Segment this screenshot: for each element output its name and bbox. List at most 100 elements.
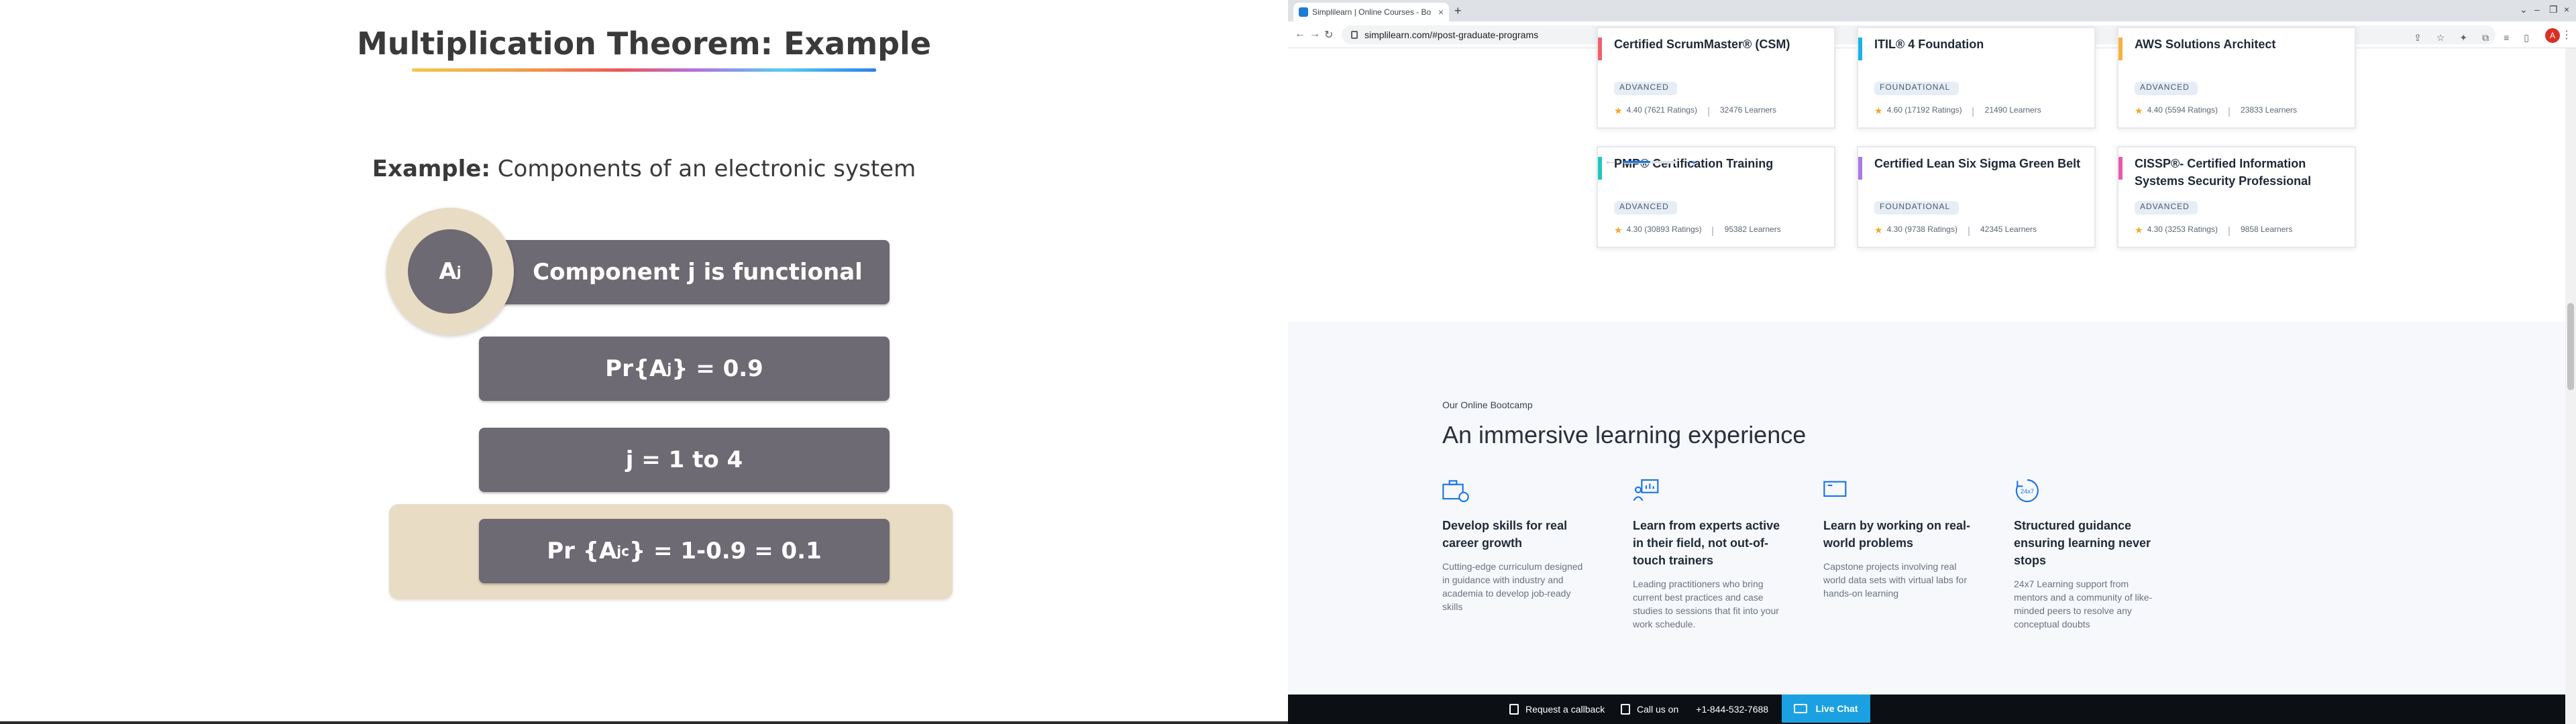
live-chat-button[interactable]: Live Chat xyxy=(1782,695,1870,723)
feature-title: Learn from experts active in their field… xyxy=(1633,519,1780,567)
course-card[interactable]: Certified Lean Six Sigma Green Belt FOUND… xyxy=(1857,146,2096,248)
star-icon: ★ xyxy=(1614,227,1623,236)
course-title: ITIL® 4 Foundation xyxy=(1874,38,1984,51)
box4-pre: Pr {A xyxy=(547,538,617,564)
share-icon[interactable]: ⇪ xyxy=(2414,32,2422,44)
course-card[interactable]: Certified ScrumMaster® (CSM) ADVANCED ★ 4.4… xyxy=(1597,27,1835,129)
bookmark-star-icon[interactable]: ☆ xyxy=(2436,32,2445,44)
index-range-box: j = 1 to 4 xyxy=(479,428,890,492)
bootcamp-eyebrow: Our Online Bootcamp xyxy=(1442,400,1533,410)
course-title: Certified Lean Six Sigma Green Belt xyxy=(1874,157,2081,170)
monitor-icon xyxy=(1823,477,1850,504)
reload-icon[interactable]: ↻ xyxy=(1324,28,1333,42)
restore-icon[interactable]: ❐ xyxy=(2549,4,2558,15)
box1-text: Component j is functional xyxy=(533,259,863,286)
new-tab-icon[interactable]: + xyxy=(1454,4,1462,18)
back-icon[interactable]: ← xyxy=(1295,28,1305,40)
carousel-progress xyxy=(1623,161,1677,164)
level-badge: ADVANCED xyxy=(1614,201,1677,215)
chevron-down-icon[interactable]: ⌄ xyxy=(2520,4,2528,15)
bootcamp-heading: An immersive learning experience xyxy=(1442,421,1807,448)
minimize-icon[interactable]: – xyxy=(2534,4,2540,15)
screen: Multiplication Theorem: Example Example:… xyxy=(0,0,2576,724)
feature-expert-trainers: Learn from experts active in their field… xyxy=(1633,477,1780,633)
level-badge: FOUNDATIONAL xyxy=(1874,201,1959,215)
course-title: Certified ScrumMaster® (CSM) xyxy=(1614,38,1790,51)
learners-text: 9858 Learners xyxy=(2240,227,2293,235)
slide-title: Multiplication Theorem: Example xyxy=(356,25,932,62)
box3-text: j = 1 to 4 xyxy=(625,446,743,473)
circle-base: A xyxy=(439,258,457,285)
toolbar-icons: ⇪ ☆ ✦ ⧉ ≡ ▯ xyxy=(2414,32,2529,44)
carousel-next-icon[interactable]: → xyxy=(1684,152,1699,169)
meta-divider xyxy=(1968,226,1970,235)
kebab-menu-icon[interactable]: ⋮ xyxy=(2561,28,2572,42)
star-icon: ★ xyxy=(1614,107,1623,117)
profile-avatar[interactable]: A xyxy=(2545,28,2560,43)
course-meta: ★ 4.30 (9738 Ratings) 42345 Learners xyxy=(1874,225,2037,236)
carousel-progress-fill xyxy=(1623,161,1650,163)
example-line: Example: Components of an electronic sys… xyxy=(0,156,1288,182)
phone-callback-icon xyxy=(1509,704,1519,715)
feature-desc: Capstone projects involving real world d… xyxy=(1823,563,1967,599)
title-underline xyxy=(412,68,876,72)
example-label: Example: xyxy=(372,156,490,182)
circle-sub: j xyxy=(456,263,462,280)
favicon-icon xyxy=(1299,7,1308,17)
tab-close-icon[interactable]: × xyxy=(1438,7,1444,17)
scrollbar-thumb[interactable] xyxy=(2567,303,2574,390)
call-us-label: Call us on xyxy=(1637,704,1679,715)
puzzle-icon[interactable]: ⧉ xyxy=(2482,32,2489,44)
side-panel-icon[interactable]: ▯ xyxy=(2524,32,2529,44)
meta-divider xyxy=(2228,226,2230,235)
probability-box: Pr{A j } = 0.9 xyxy=(479,337,890,401)
close-window-icon[interactable]: × xyxy=(2564,4,2569,15)
card-accent-bar xyxy=(1858,157,1862,180)
box2-pre: Pr{A xyxy=(605,355,667,382)
star-icon: ★ xyxy=(1874,107,1883,117)
extension-icon[interactable]: ✦ xyxy=(2459,32,2467,44)
learners-text: 32476 Learners xyxy=(1719,107,1777,115)
chat-icon xyxy=(1794,704,1808,713)
browser-window: Simplilearn | Online Courses - Bo × + ⌄ … xyxy=(1288,0,2576,724)
page-scrollbar[interactable] xyxy=(2565,48,2576,724)
browser-tab[interactable]: Simplilearn | Online Courses - Bo × xyxy=(1293,3,1449,21)
feature-real-world: Learn by working on real-world problems … xyxy=(1823,477,1971,602)
box2-post: } = 0.9 xyxy=(672,355,763,382)
complement-probability-box: Pr {A j c} = 1-0.9 = 0.1 xyxy=(479,519,890,583)
feature-title: Learn by working on real-world problems xyxy=(1823,519,1971,550)
star-icon: ★ xyxy=(2135,107,2143,117)
learners-text: 21490 Learners xyxy=(1984,107,2041,115)
lock-icon xyxy=(1351,31,1358,39)
course-card[interactable]: CISSP®- Certified Information Systems Se… xyxy=(2117,146,2356,248)
carousel-prev-icon[interactable]: ← xyxy=(1603,152,1618,169)
url-text: simplilearn.com/#post-graduate-programs xyxy=(1364,29,1539,40)
course-card[interactable]: ITIL® 4 Foundation FOUNDATIONAL ★ 4.60 (171… xyxy=(1857,27,2096,129)
live-chat-label: Live Chat xyxy=(1815,703,1858,714)
feature-desc: 24x7 Learning support from mentors and a… xyxy=(2014,581,2153,630)
star-icon: ★ xyxy=(1874,227,1883,236)
slide-bottom-border xyxy=(0,721,1288,724)
meta-divider xyxy=(2228,107,2230,116)
course-card[interactable]: AWS Solutions Architect ADVANCED ★ 4.40 (55… xyxy=(2117,27,2356,129)
phone-icon xyxy=(1621,704,1630,715)
course-title: PMP® Certification Training xyxy=(1614,157,1774,170)
course-meta: ★ 4.60 (17192 Ratings) 21490 Learners xyxy=(1874,106,2041,117)
learners-text: 95382 Learners xyxy=(1724,227,1781,235)
card-accent-bar xyxy=(2118,157,2123,180)
call-us-item[interactable]: Call us on +1-844-532-7688 xyxy=(1621,704,1768,715)
rating-text: 4.40 (7621 Ratings) xyxy=(1626,107,1697,115)
card-accent-bar xyxy=(1598,38,1602,60)
reading-list-icon[interactable]: ≡ xyxy=(2504,32,2509,44)
request-callback-button[interactable]: Request a callback xyxy=(1509,704,1605,715)
box4-post: } = 1-0.9 = 0.1 xyxy=(629,538,822,564)
icon-24x7-text: 24x7 xyxy=(2021,488,2034,495)
rating-text: 4.30 (9738 Ratings) xyxy=(1886,227,1957,235)
course-title: CISSP®- Certified Information Systems Se… xyxy=(2135,157,2312,188)
forward-icon[interactable]: → xyxy=(1309,28,1320,40)
level-badge: ADVANCED xyxy=(2135,82,2198,95)
feature-desc: Leading practitioners who bring current … xyxy=(1633,581,1779,630)
level-badge: ADVANCED xyxy=(2135,201,2198,215)
level-badge: ADVANCED xyxy=(1614,82,1677,95)
course-meta: ★ 4.40 (7621 Ratings) 32476 Learners xyxy=(1614,106,1776,117)
